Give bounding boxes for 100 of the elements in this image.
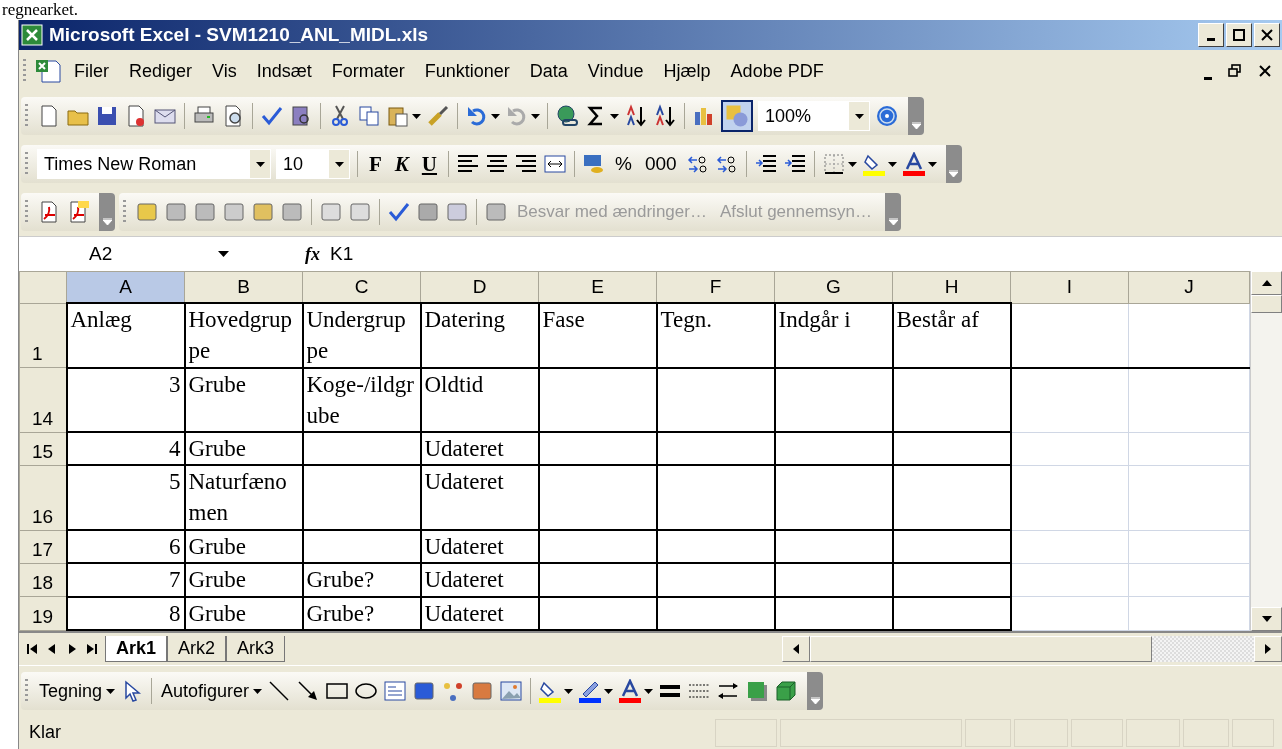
column-header[interactable]: C: [302, 271, 421, 303]
menu-item[interactable]: Adobe PDF: [722, 58, 832, 84]
caret-icon[interactable]: [253, 688, 263, 694]
caret-icon[interactable]: [847, 161, 857, 167]
font-color-icon[interactable]: [901, 152, 926, 176]
row-header[interactable]: 1: [19, 303, 67, 368]
name-box[interactable]: A2: [19, 240, 259, 268]
menu-item[interactable]: Hjælp: [655, 58, 719, 84]
column-header[interactable]: J: [1128, 271, 1250, 303]
caret-icon[interactable]: [491, 113, 500, 119]
minimize-button[interactable]: [1198, 23, 1224, 47]
menu-item[interactable]: Rediger: [121, 58, 201, 84]
menu-item[interactable]: Data: [521, 58, 576, 84]
row-header[interactable]: 14: [19, 367, 67, 433]
column-header[interactable]: D: [420, 271, 539, 303]
spelling-check-icon[interactable]: [260, 104, 284, 128]
borders-icon[interactable]: [821, 152, 846, 176]
maximize-button[interactable]: [1226, 23, 1252, 47]
column-header[interactable]: B: [184, 271, 303, 303]
column-header[interactable]: I: [1010, 271, 1129, 303]
text-style-button[interactable]: F: [365, 151, 386, 177]
menu-item[interactable]: Vindue: [579, 58, 652, 84]
menu-item[interactable]: Formater: [323, 58, 413, 84]
fill-color-icon[interactable]: [538, 679, 563, 703]
globe-link-icon[interactable]: [555, 104, 579, 128]
row-header[interactable]: 16: [19, 465, 67, 531]
menu-item[interactable]: Filer: [66, 58, 117, 84]
picture-icon[interactable]: [499, 679, 524, 703]
column-header[interactable]: E: [538, 271, 657, 303]
column-header[interactable]: H: [892, 271, 1011, 303]
column-header[interactable]: A: [66, 271, 185, 303]
help-icon[interactable]: [875, 104, 899, 128]
caret-icon[interactable]: [610, 113, 619, 119]
zoom-dropdown[interactable]: 100%: [758, 101, 870, 131]
caret-icon[interactable]: [564, 688, 574, 694]
horizontal-scrollbar[interactable]: [782, 636, 1282, 662]
font-dropdown[interactable]: Times New Roman: [37, 149, 271, 179]
column-header[interactable]: G: [774, 271, 893, 303]
copy-icon[interactable]: [357, 104, 381, 128]
toolbar-grip[interactable]: [25, 200, 28, 224]
sheet-tab[interactable]: Ark2: [167, 636, 227, 662]
scroll-thumb[interactable]: [810, 636, 1152, 662]
drawing-toggle-icon[interactable]: [721, 100, 753, 132]
toolbar-grip[interactable]: [25, 152, 28, 176]
row-header[interactable]: 15: [19, 432, 67, 466]
caret-icon[interactable]: [106, 688, 116, 694]
track-changes-icon[interactable]: [387, 200, 411, 224]
toolbar-grip[interactable]: [23, 59, 26, 83]
sort-descending-icon[interactable]: [653, 104, 677, 128]
caret-icon[interactable]: [927, 161, 937, 167]
scroll-right-button[interactable]: [1254, 636, 1282, 662]
autoshapes-menu-button[interactable]: Autofigurer: [159, 680, 252, 702]
caret-icon[interactable]: [644, 688, 654, 694]
drawing-menu-button[interactable]: Tegning: [37, 680, 105, 702]
paintbrush-icon[interactable]: [426, 104, 450, 128]
text-style-button[interactable]: U: [417, 151, 441, 177]
caret-icon[interactable]: [412, 113, 421, 119]
currency-icon[interactable]: [582, 152, 606, 176]
last-sheet-icon[interactable]: [85, 643, 99, 655]
first-sheet-icon[interactable]: [25, 643, 39, 655]
insert-function-button[interactable]: fx: [299, 243, 326, 265]
menu-item[interactable]: Funktioner: [416, 58, 518, 84]
caret-icon[interactable]: [604, 688, 614, 694]
close-icon[interactable]: [1258, 64, 1272, 78]
sort-ascending-icon[interactable]: [624, 104, 648, 128]
fill-color-icon[interactable]: [861, 152, 886, 176]
workbook-icon[interactable]: [34, 58, 62, 84]
toolbar-options-button[interactable]: [807, 672, 824, 710]
scroll-down-button[interactable]: [1251, 607, 1282, 631]
font-color-icon[interactable]: [618, 679, 643, 703]
formula-field[interactable]: K1: [326, 243, 354, 265]
column-header[interactable]: F: [656, 271, 775, 303]
row-header[interactable]: 17: [19, 530, 67, 564]
number-format-button[interactable]: %: [611, 153, 636, 175]
sheet-tab[interactable]: Ark1: [105, 636, 168, 662]
scroll-thumb[interactable]: [1251, 295, 1282, 313]
line-color-icon[interactable]: [578, 679, 603, 703]
menu-item[interactable]: Indsæt: [248, 58, 320, 84]
clipboard-icon[interactable]: [386, 104, 410, 128]
row-header[interactable]: 19: [19, 596, 67, 630]
restore-icon[interactable]: [1228, 64, 1242, 78]
font-size-dropdown[interactable]: 10: [276, 149, 350, 179]
toolbar-options-button[interactable]: [99, 193, 115, 231]
toolbar-grip[interactable]: [25, 104, 28, 128]
sheet-tab[interactable]: Ark3: [226, 636, 286, 662]
merge-center-icon[interactable]: [543, 152, 567, 176]
number-format-button[interactable]: 000: [640, 153, 681, 175]
close-button[interactable]: [1254, 23, 1280, 47]
toolbar-options-button[interactable]: [885, 193, 902, 231]
toolbar-options-button[interactable]: [945, 145, 962, 183]
scroll-up-button[interactable]: [1251, 271, 1282, 295]
toolbar-grip[interactable]: [123, 200, 126, 224]
toolbar-grip[interactable]: [25, 679, 28, 703]
scroll-left-button[interactable]: [782, 636, 810, 662]
menu-item[interactable]: Vis: [204, 58, 245, 84]
vertical-scrollbar[interactable]: [1250, 271, 1282, 631]
toolbar-options-button[interactable]: [908, 97, 924, 135]
caret-icon[interactable]: [887, 161, 897, 167]
caret-icon[interactable]: [531, 113, 540, 119]
cube-icon[interactable]: [774, 679, 799, 703]
